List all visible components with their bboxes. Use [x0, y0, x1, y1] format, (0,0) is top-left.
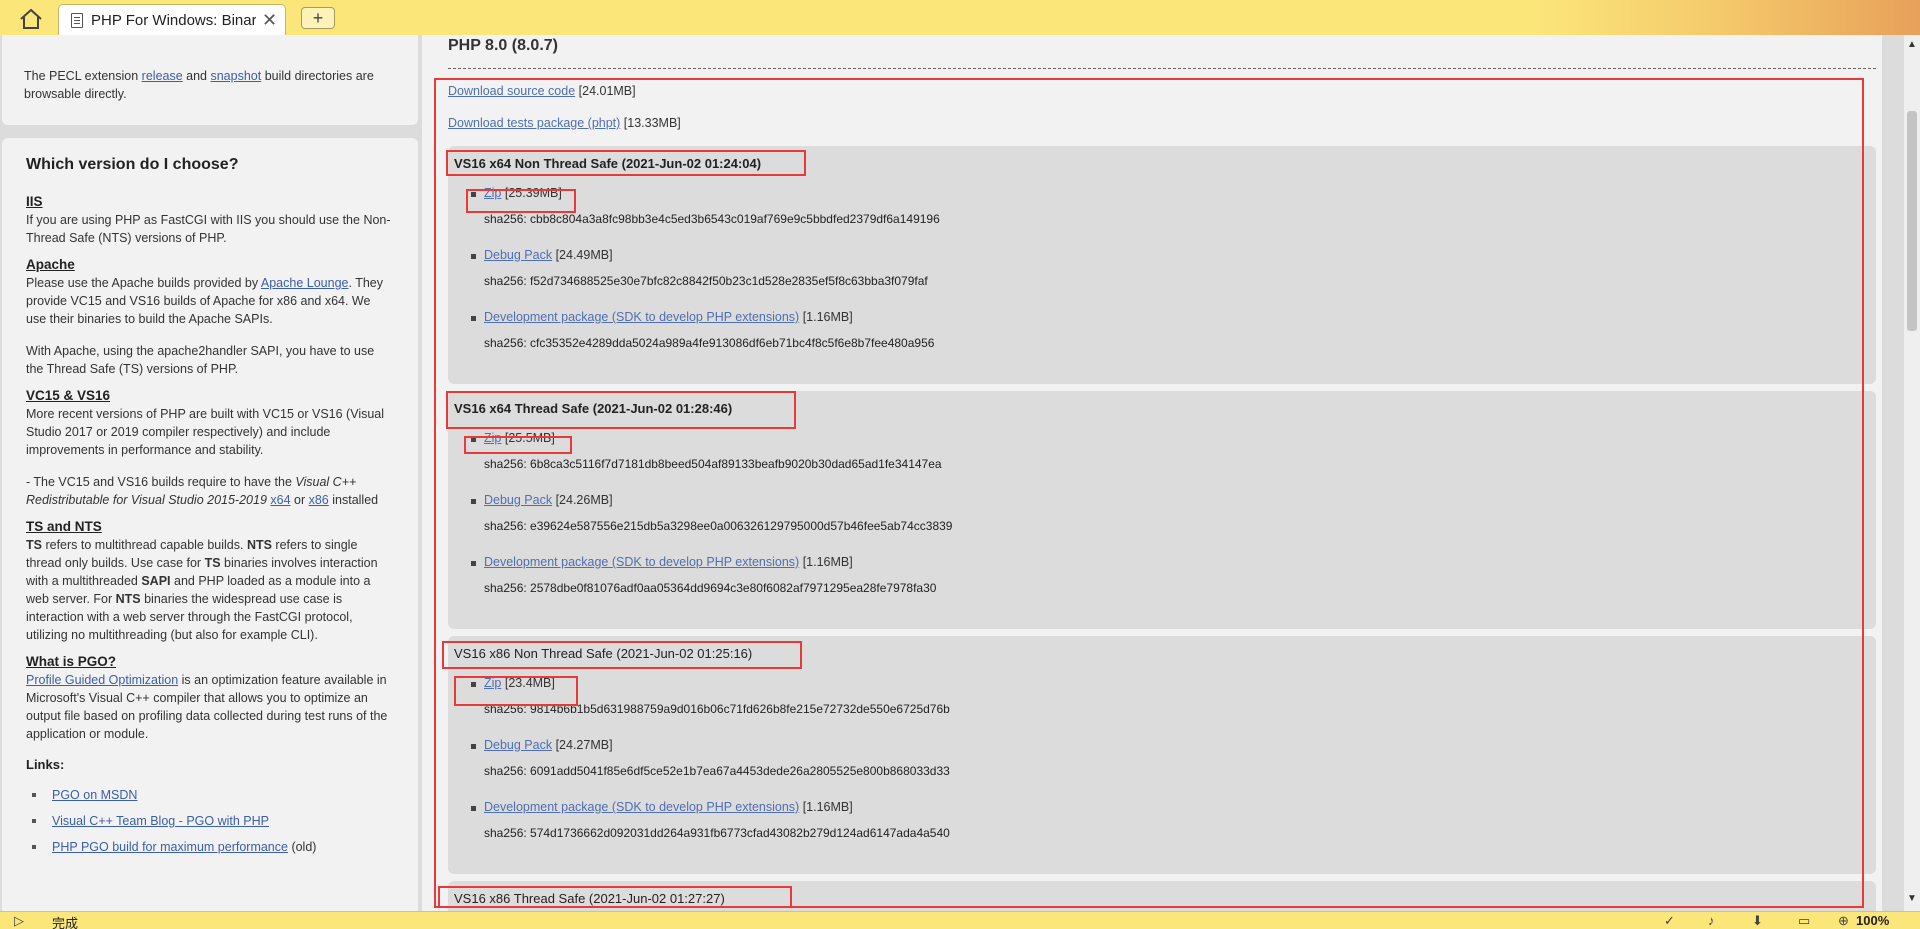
- pecl-text-part: The PECL extension: [24, 69, 142, 83]
- pecl-card: The PECL extension release and snapshot …: [2, 35, 418, 125]
- apache-heading: Apache: [26, 257, 75, 272]
- x64-link[interactable]: x64: [270, 493, 290, 507]
- text-part: - The VC15 and VS16 builds require to ha…: [26, 475, 296, 489]
- vc-team-blog-link[interactable]: Visual C++ Team Blog - PGO with PHP: [52, 814, 269, 828]
- ts-text: TS refers to multithread capable builds.…: [26, 536, 394, 644]
- browser-tab[interactable]: PHP For Windows: Binaries and sources Re…: [58, 4, 286, 35]
- highlight-outline: [446, 150, 806, 176]
- main-content: PHP 8.0 (8.0.7) Download source code [24…: [420, 35, 1904, 911]
- text-part: TS: [204, 556, 221, 570]
- apache-text: Please use the Apache builds provided by…: [26, 274, 394, 328]
- zoom-level[interactable]: 100%: [1856, 913, 1889, 928]
- close-tab-icon[interactable]: ✕: [262, 10, 277, 31]
- list-item: PHP PGO build for maximum performance (o…: [26, 838, 394, 856]
- scroll-thumb[interactable]: [1907, 111, 1917, 331]
- text-part: TS: [26, 538, 42, 552]
- text-part: (old): [287, 840, 317, 854]
- status-text: 完成: [52, 916, 79, 929]
- text-part: Please use the Apache builds provided by: [26, 276, 261, 290]
- browser-tab-bar: PHP For Windows: Binaries and sources Re…: [0, 0, 1920, 35]
- zoom-icon[interactable]: ⊕: [1838, 913, 1849, 929]
- apache-text-2: With Apache, using the apache2handler SA…: [26, 344, 375, 376]
- tab-title: PHP For Windows: Binaries and sources Re…: [91, 11, 256, 29]
- text-part: installed: [328, 493, 379, 507]
- vc-redist-text: - The VC15 and VS16 builds require to ha…: [26, 473, 394, 509]
- text-part: SAPI: [141, 574, 171, 588]
- guide-title: Which version do I choose?: [26, 156, 239, 173]
- scroll-up-icon[interactable]: ▲: [1904, 39, 1920, 53]
- play-icon[interactable]: ▷: [14, 913, 24, 929]
- ts-heading: TS and NTS: [26, 519, 102, 534]
- pecl-text-part: and: [182, 69, 211, 83]
- highlight-outline: [438, 886, 792, 908]
- download-icon[interactable]: ⬇: [1752, 913, 1763, 929]
- highlight-outline: [464, 436, 572, 454]
- text-part: or: [290, 493, 309, 507]
- pgo-heading: What is PGO?: [26, 654, 117, 669]
- highlight-outline: [434, 78, 1864, 908]
- document-icon: [71, 12, 83, 28]
- home-icon[interactable]: [18, 8, 44, 30]
- pgo-link[interactable]: Profile Guided Optimization: [26, 673, 178, 687]
- list-item: Visual C++ Team Blog - PGO with PHP: [26, 812, 394, 830]
- highlight-outline: [454, 676, 578, 706]
- pecl-text: The PECL extension release and snapshot …: [24, 67, 396, 103]
- list-item: PGO on MSDN: [26, 786, 394, 804]
- vc-text: More recent versions of PHP are built wi…: [26, 407, 385, 457]
- pgo-msdn-link[interactable]: PGO on MSDN: [52, 788, 137, 802]
- vc-heading: VC15 & VS16: [26, 388, 111, 403]
- text-part: NTS: [115, 592, 141, 606]
- x86-link[interactable]: x86: [309, 493, 329, 507]
- vertical-scrollbar[interactable]: ▲ ▼: [1904, 35, 1920, 911]
- new-tab-button[interactable]: +: [301, 7, 335, 29]
- status-bar: ▷ 完成 ✓ ♪ ⬇ ▭ ⊕ 100%: [0, 911, 1920, 929]
- text-part: refers to multithread capable builds.: [41, 538, 247, 552]
- divider: [448, 68, 1876, 69]
- pgo-build-link[interactable]: PHP PGO build for maximum performance: [52, 840, 288, 854]
- apache-lounge-link[interactable]: Apache Lounge: [261, 276, 349, 290]
- highlight-outline: [446, 391, 796, 429]
- counter-icon[interactable]: ▭: [1798, 913, 1810, 929]
- iis-heading: IIS: [26, 194, 43, 209]
- release-link[interactable]: release: [142, 69, 183, 83]
- links-title: Links:: [26, 757, 65, 772]
- sidebar: The PECL extension release and snapshot …: [0, 35, 420, 911]
- text-part: NTS: [246, 538, 272, 552]
- iis-text: If you are using PHP as FastCGI with IIS…: [26, 213, 391, 245]
- speaker-icon[interactable]: ♪: [1708, 913, 1715, 928]
- version-guide-card: Which version do I choose? IIS If you ar…: [2, 138, 418, 911]
- snapshot-link[interactable]: snapshot: [210, 69, 261, 83]
- scroll-down-icon[interactable]: ▼: [1904, 893, 1920, 907]
- shield-icon[interactable]: ✓: [1664, 913, 1675, 929]
- links-list: PGO on MSDN Visual C++ Team Blog - PGO w…: [26, 786, 394, 856]
- highlight-outline: [466, 189, 576, 213]
- version-heading: PHP 8.0 (8.0.7): [448, 37, 558, 54]
- pgo-text: Profile Guided Optimization is an optimi…: [26, 671, 394, 743]
- highlight-outline: [442, 641, 802, 669]
